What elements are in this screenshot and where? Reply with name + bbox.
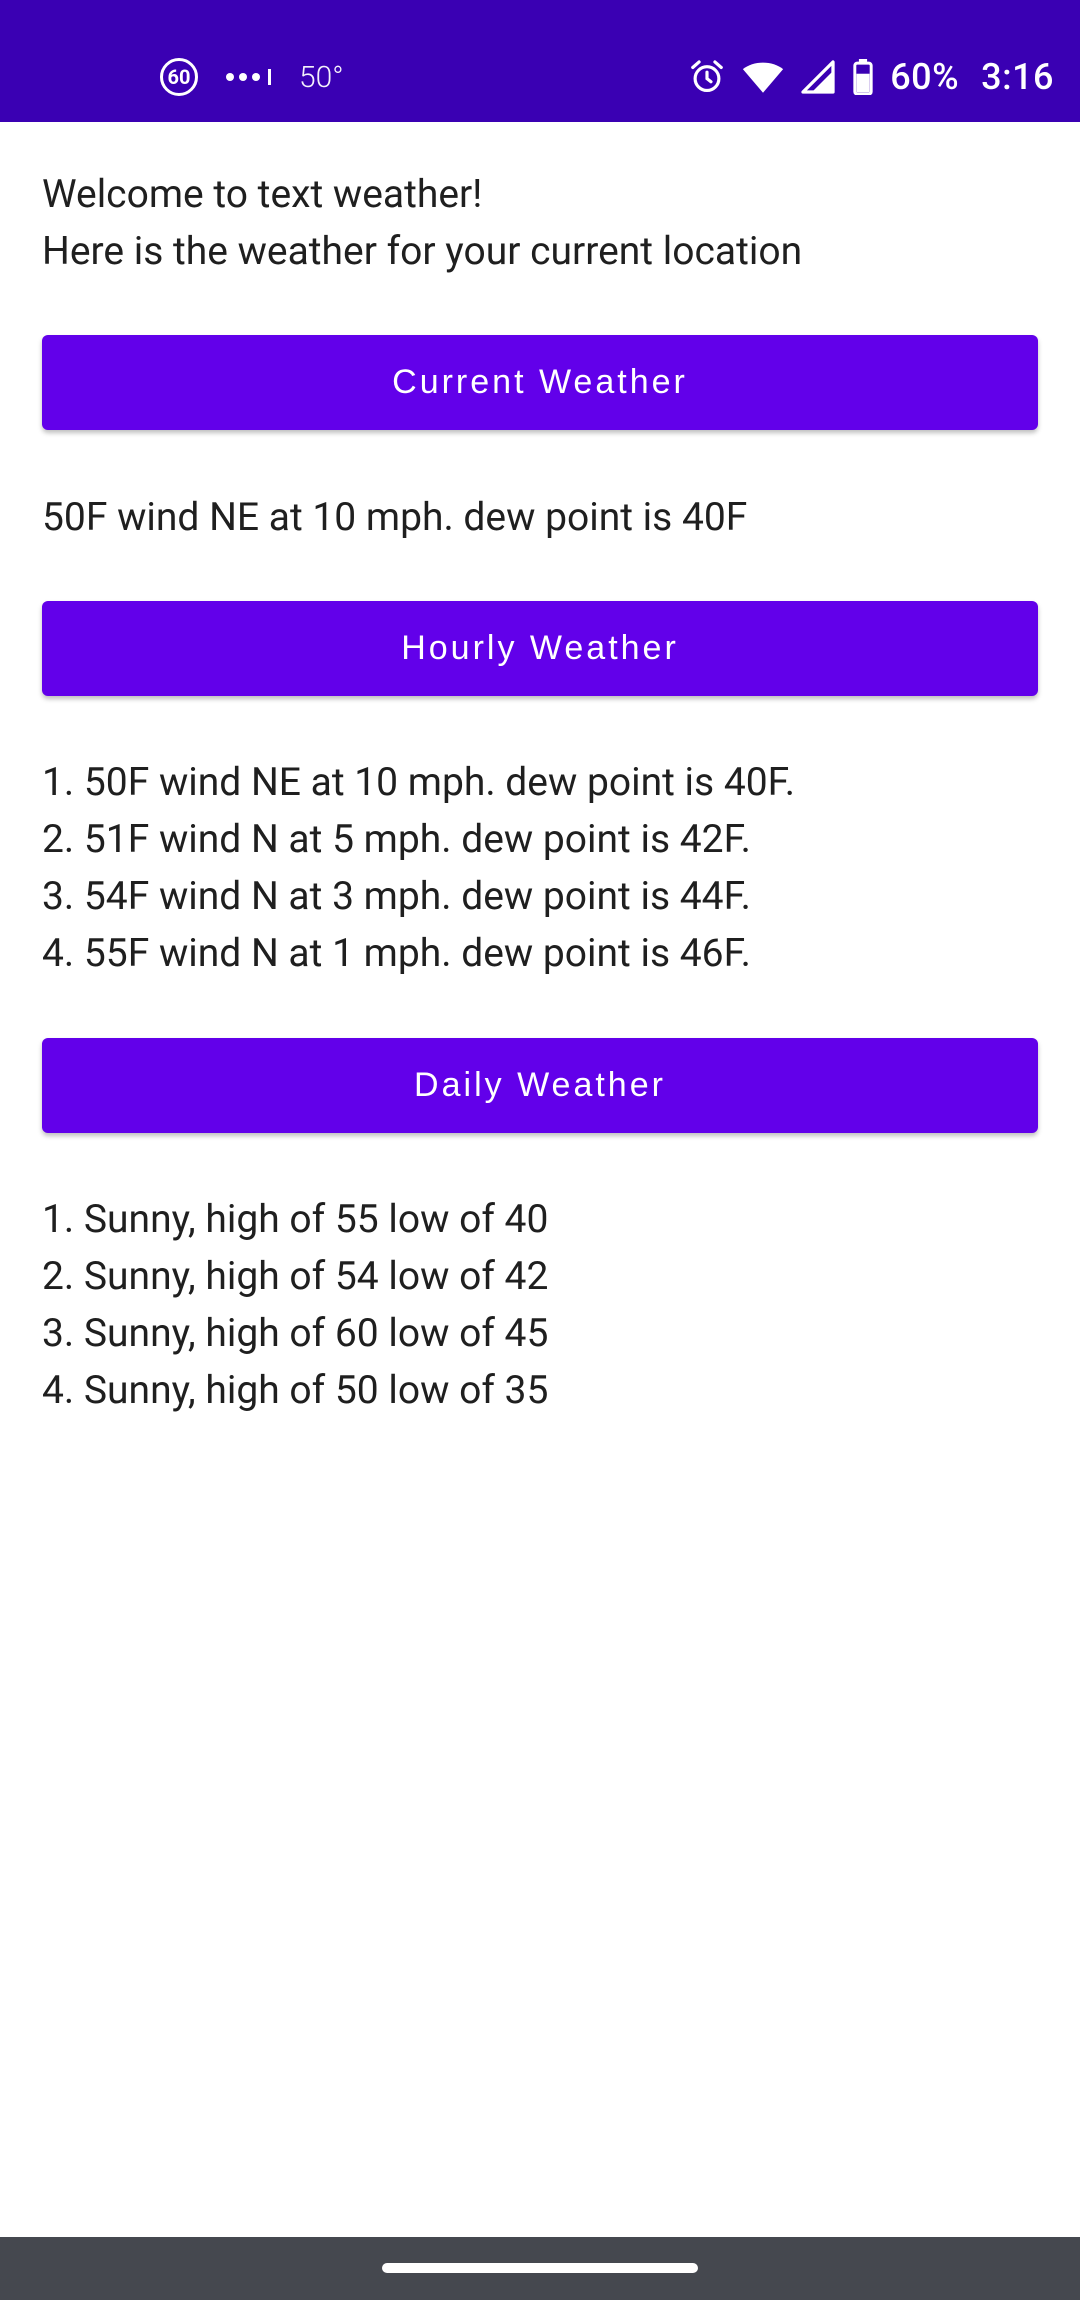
list-item: 2. Sunny, high of 54 low of 42 bbox=[42, 1253, 549, 1299]
battery-percent: 60% bbox=[890, 56, 960, 98]
status-temperature: 50° bbox=[299, 59, 344, 95]
list-item: 1. 50F wind NE at 10 mph. dew point is 4… bbox=[42, 759, 796, 805]
list-item: 1. Sunny, high of 55 low of 40 bbox=[42, 1196, 549, 1242]
alarm-icon bbox=[691, 60, 724, 93]
daily-weather-list: 1. Sunny, high of 55 low of 40 2. Sunny,… bbox=[42, 1191, 1038, 1419]
status-time: 3:16 bbox=[981, 56, 1054, 98]
intro-text: Welcome to text weather! Here is the wea… bbox=[42, 166, 1038, 280]
current-weather-section: 50F wind NE at 10 mph. dew point is 40F bbox=[42, 489, 1038, 546]
daily-weather-button[interactable]: Daily Weather bbox=[42, 1038, 1038, 1133]
list-item: 4. 55F wind N at 1 mph. dew point is 46F… bbox=[42, 930, 751, 976]
hourly-weather-button[interactable]: Hourly Weather bbox=[42, 601, 1038, 696]
status-bar-right: 60% 3:16 bbox=[688, 56, 1054, 98]
navigation-bar bbox=[0, 2237, 1080, 2300]
badge-text: 60 bbox=[167, 65, 191, 89]
home-gesture-handle[interactable] bbox=[382, 2263, 698, 2273]
list-item: 4. Sunny, high of 50 low of 35 bbox=[42, 1367, 549, 1413]
current-weather-text: 50F wind NE at 10 mph. dew point is 40F bbox=[42, 494, 748, 540]
battery-icon bbox=[853, 59, 873, 95]
speed-limit-badge-icon: 60 bbox=[160, 58, 198, 96]
cellular-icon bbox=[801, 60, 835, 94]
list-item: 2. 51F wind N at 5 mph. dew point is 42F… bbox=[42, 816, 751, 862]
status-bar-left: 60 50° bbox=[160, 58, 344, 96]
wifi-icon bbox=[743, 62, 784, 93]
status-bar: 60 50° 60% 3:16 bbox=[0, 0, 1080, 122]
current-weather-button[interactable]: Current Weather bbox=[42, 335, 1038, 430]
hourly-weather-list: 1. 50F wind NE at 10 mph. dew point is 4… bbox=[42, 754, 1038, 982]
list-item: 3. 54F wind N at 3 mph. dew point is 44F… bbox=[42, 873, 751, 919]
list-item: 3. Sunny, high of 60 low of 45 bbox=[42, 1310, 549, 1356]
signal-dots-icon bbox=[226, 69, 271, 85]
location-line: Here is the weather for your current loc… bbox=[42, 228, 803, 274]
welcome-line: Welcome to text weather! bbox=[42, 171, 483, 217]
